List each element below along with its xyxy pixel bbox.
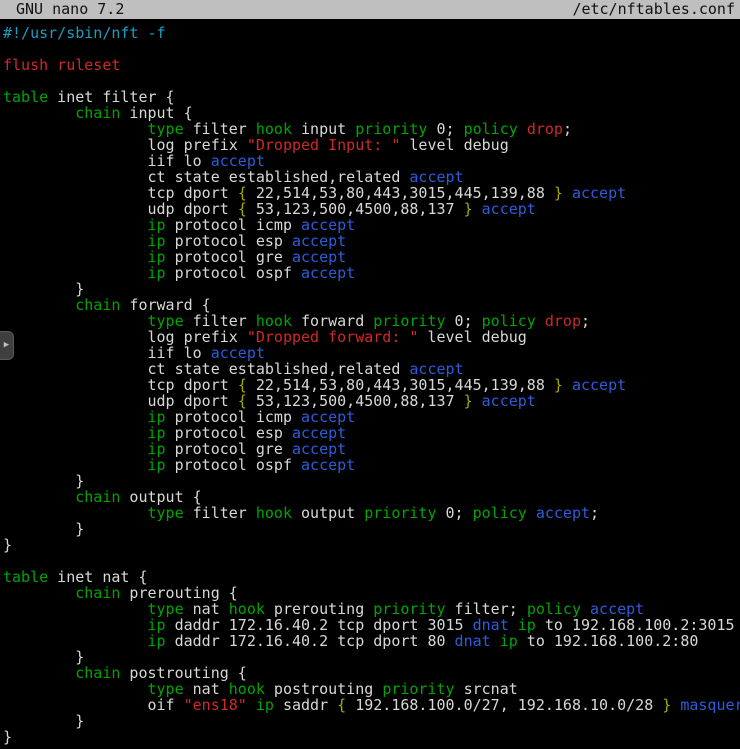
code-line: log prefix "Dropped Input: " level debug [3,137,740,153]
code-line: oif "ens18" ip saddr { 192.168.100.0/27,… [3,697,740,713]
code-line: udp dport { 53,123,500,4500,88,137 } acc… [3,393,740,409]
code-line: ip daddr 172.16.40.2 tcp dport 80 dnat i… [3,633,740,649]
code-line: } [3,537,740,553]
code-line: chain input { [3,105,740,121]
code-line: ip protocol esp accept [3,233,740,249]
code-line: ip protocol ospf accept [3,265,740,281]
code-line [3,41,740,57]
code-line: log prefix "Dropped forward: " level deb… [3,329,740,345]
code-line: ip protocol gre accept [3,441,740,457]
code-line: type filter hook output priority 0; poli… [3,505,740,521]
code-line: flush ruleset [3,57,740,73]
code-line: iif lo accept [3,345,740,361]
code-line: } [3,729,740,745]
code-line: ct state established,related accept [3,361,740,377]
code-line: ip daddr 172.16.40.2 tcp dport 3015 dnat… [3,617,740,633]
code-line [3,553,740,569]
code-line: type filter hook input priority 0; polic… [3,121,740,137]
code-line: } [3,521,740,537]
code-line: table inet nat { [3,569,740,585]
code-line: } [3,281,740,297]
code-line: iif lo accept [3,153,740,169]
terminal-window: GNU nano 7.2 /etc/nftables.conf #!/usr/s… [0,0,740,745]
editor-area[interactable]: #!/usr/sbin/nft -f flush ruleset table i… [0,19,740,745]
code-line: ip protocol esp accept [3,425,740,441]
file-path: /etc/nftables.conf [572,0,735,19]
code-line: ip protocol icmp accept [3,409,740,425]
code-line: table inet filter { [3,89,740,105]
code-line: chain forward { [3,297,740,313]
code-line: chain output { [3,489,740,505]
code-line: #!/usr/sbin/nft -f [3,25,740,41]
chevron-right-icon: ▶ [4,341,9,350]
nano-titlebar: GNU nano 7.2 /etc/nftables.conf [0,0,740,19]
code-line: } [3,473,740,489]
code-line: type nat hook prerouting priority filter… [3,601,740,617]
code-line: tcp dport { 22,514,53,80,443,3015,445,13… [3,185,740,201]
code-line: type nat hook postrouting priority srcna… [3,681,740,697]
editor-lines: #!/usr/sbin/nft -f flush ruleset table i… [3,25,740,745]
code-line: type filter hook forward priority 0; pol… [3,313,740,329]
code-line: ip protocol icmp accept [3,217,740,233]
code-line: chain postrouting { [3,665,740,681]
code-line: } [3,713,740,729]
code-line: tcp dport { 22,514,53,80,443,3015,445,13… [3,377,740,393]
code-line: } [3,649,740,665]
code-line: chain prerouting { [3,585,740,601]
code-line: ip protocol gre accept [3,249,740,265]
side-panel-toggle[interactable]: ▶ [0,331,14,360]
nano-version: GNU nano 7.2 [16,0,124,19]
code-line: udp dport { 53,123,500,4500,88,137 } acc… [3,201,740,217]
code-line: ct state established,related accept [3,169,740,185]
code-line [3,73,740,89]
code-line: ip protocol ospf accept [3,457,740,473]
